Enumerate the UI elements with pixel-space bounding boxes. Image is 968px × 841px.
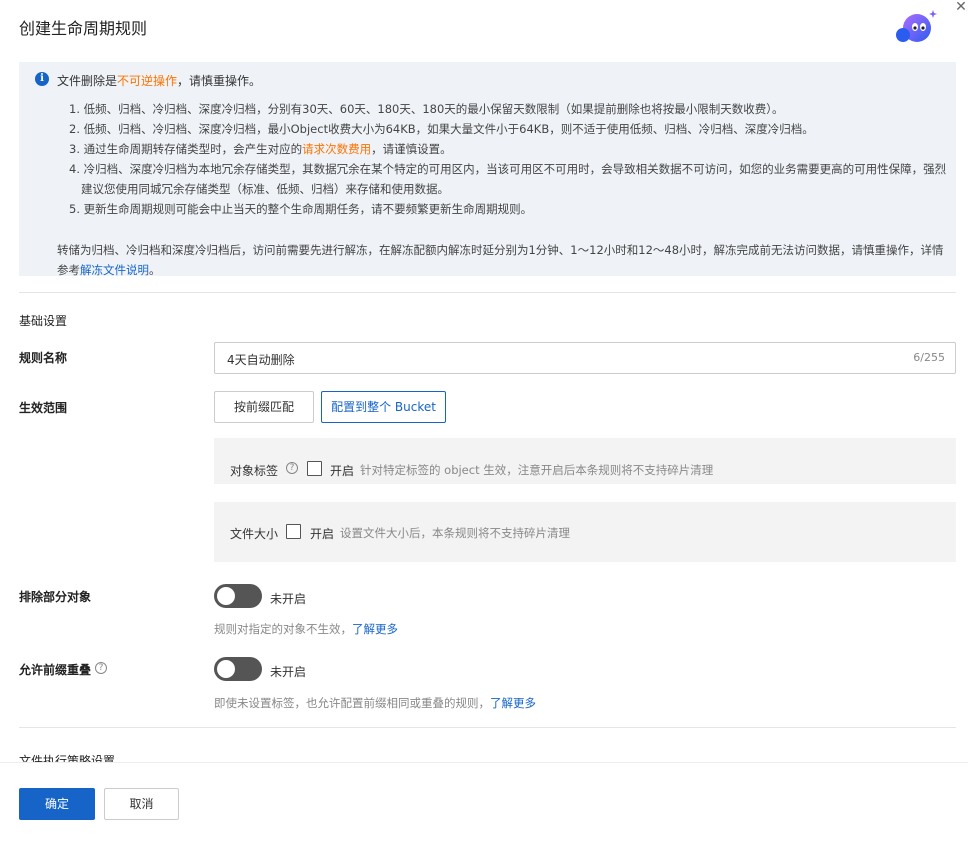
exclude-objects-state: 未开启: [270, 592, 307, 606]
object-tag-checkbox[interactable]: [307, 461, 322, 476]
notice-item: 5. 更新生命周期规则可能会中止当天的整个生命周期任务，请不要频繁更新生命周期规…: [69, 202, 533, 216]
divider: [19, 727, 956, 728]
warning-notice: i 文件删除是不可逆操作，请慎重操作。 1. 低频、归档、冷归档、深度冷归档，分…: [19, 62, 956, 277]
close-icon[interactable]: ✕: [954, 0, 968, 14]
exclude-objects-toggle[interactable]: [214, 584, 262, 608]
confirm-button[interactable]: 确定: [19, 788, 95, 820]
file-size-hint: 设置文件大小后，本条规则将不支持碎片清理: [340, 526, 570, 540]
rule-name-char-count: 6/255: [913, 351, 945, 364]
section-title-execution: 文件执行策略设置: [19, 754, 116, 762]
scope-bucket-button[interactable]: 配置到整个 Bucket: [321, 391, 446, 423]
notice-item: 2. 低频、归档、冷归档、深度冷归档，最小Object收费大小为64KB，如果大…: [69, 122, 814, 136]
exclude-objects-hint: 规则对指定的对象不生效，了解更多: [214, 622, 398, 636]
request-fee-link[interactable]: 请求次数费用: [302, 142, 371, 156]
divider: [19, 292, 956, 293]
notice-item: 1. 低频、归档、冷归档、深度冷归档，分别有30天、60天、180天、180天的…: [69, 102, 784, 116]
rule-name-input[interactable]: 4天自动删除 6/255: [214, 342, 956, 374]
dialog-header: 创建生命周期规则 ✕: [0, 0, 968, 52]
allow-overlap-state: 未开启: [270, 665, 307, 679]
section-title-basic: 基础设置: [19, 314, 68, 328]
file-size-check-label: 开启: [310, 527, 335, 541]
notice-list: 1. 低频、归档、冷归档、深度冷归档，分别有30天、60天、180天、180天的…: [69, 99, 949, 219]
help-circle-icon[interactable]: ?: [286, 462, 298, 474]
overlap-learn-more-link[interactable]: 了解更多: [490, 696, 536, 710]
help-circle-icon[interactable]: ?: [95, 662, 107, 674]
object-tag-row: 对象标签 ? 开启 针对特定标签的 object 生效，注意开启后本条规则将不支…: [214, 438, 956, 484]
scope-prefix-button[interactable]: 按前缀匹配: [214, 391, 314, 423]
assistant-mascot-icon[interactable]: [893, 8, 937, 46]
toggle-knob: [217, 587, 235, 605]
info-icon: i: [35, 72, 49, 86]
file-size-label: 文件大小: [230, 527, 279, 541]
exclude-learn-more-link[interactable]: 了解更多: [352, 622, 398, 636]
object-tag-hint: 针对特定标签的 object 生效，注意开启后本条规则将不支持碎片清理: [360, 463, 714, 477]
file-size-row: 文件大小 开启 设置文件大小后，本条规则将不支持碎片清理: [214, 502, 956, 562]
notice-tail: 转储为归档、冷归档和深度冷归档后，访问前需要先进行解冻，在解冻配额内解冻时延分别…: [57, 243, 944, 277]
dialog-body[interactable]: i 文件删除是不可逆操作，请慎重操作。 1. 低频、归档、冷归档、深度冷归档，分…: [0, 52, 968, 762]
object-tag-check-label: 开启: [330, 464, 355, 478]
cancel-button[interactable]: 取消: [104, 788, 179, 820]
object-tag-label: 对象标签: [230, 464, 279, 478]
scope-label: 生效范围: [19, 401, 68, 415]
allow-overlap-label: 允许前缀重叠: [19, 663, 92, 677]
rule-name-value: 4天自动删除: [227, 353, 295, 367]
file-size-checkbox[interactable]: [286, 524, 301, 539]
exclude-objects-label: 排除部分对象: [19, 590, 92, 604]
allow-overlap-hint: 即使未设置标签，也允许配置前缀相同或重叠的规则，了解更多: [214, 696, 536, 710]
dialog-title: 创建生命周期规则: [19, 19, 148, 38]
allow-overlap-toggle[interactable]: [214, 657, 262, 681]
toggle-knob: [217, 660, 235, 678]
notice-item: 3. 通过生命周期转存储类型时，会产生对应的请求次数费用，请谨慎设置。: [69, 142, 452, 156]
irreversible-highlight: 不可逆操作: [117, 74, 178, 88]
unfreeze-doc-link[interactable]: 解冻文件说明: [80, 263, 149, 277]
rule-name-label: 规则名称: [19, 351, 68, 365]
notice-item: 4. 冷归档、深度冷归档为本地冗余存储类型，其数据冗余在某个特定的可用区内，当该…: [69, 162, 947, 196]
dialog-footer: 确定 取消: [0, 762, 968, 841]
notice-intro: 文件删除是不可逆操作，请慎重操作。: [57, 74, 262, 88]
